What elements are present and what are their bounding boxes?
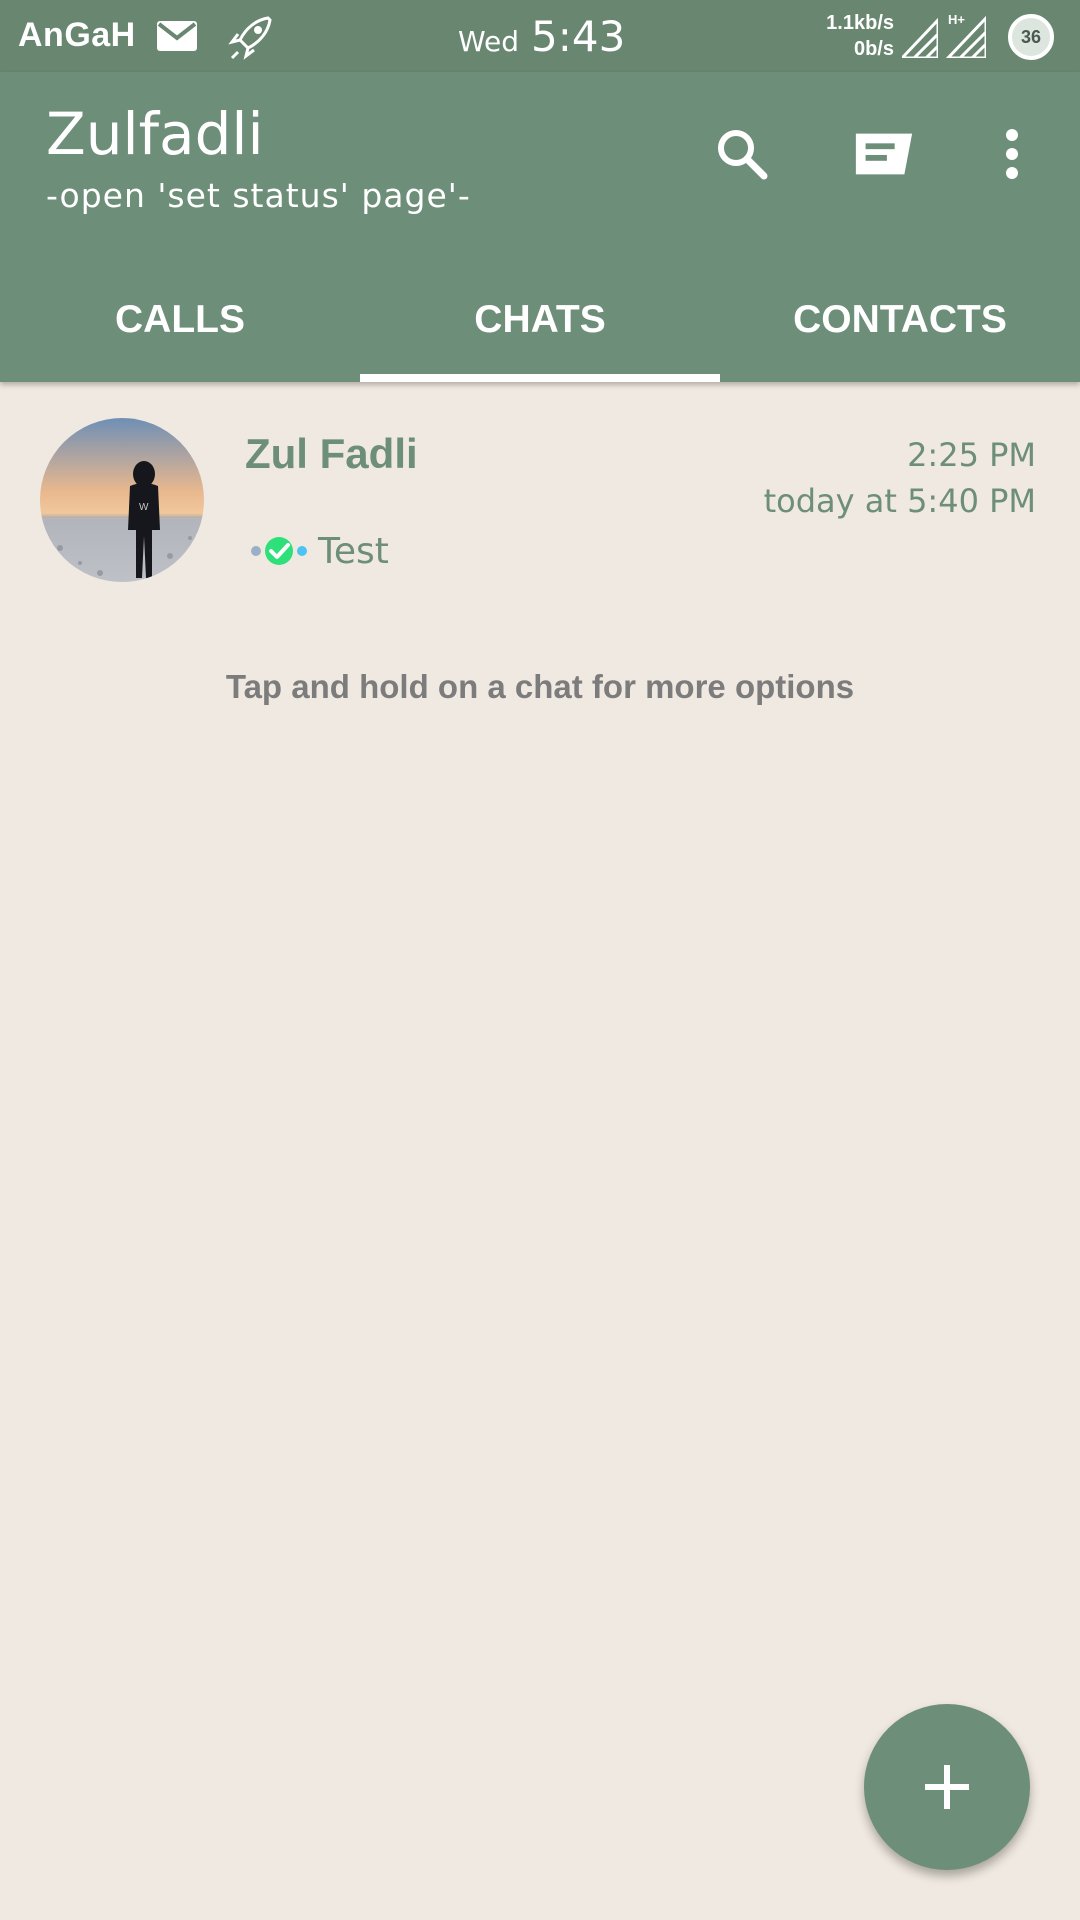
compose-button[interactable] — [852, 122, 916, 186]
profile-status[interactable]: -open 'set status' page'- — [46, 176, 471, 215]
tab-bar: CALLS CHATS CONTACTS — [0, 282, 1080, 382]
status-clock: Wed 5:43 — [458, 12, 625, 61]
net-down: 0b/s — [853, 38, 894, 60]
mail-icon — [157, 21, 197, 51]
status-bar: AnGaH Wed 5:43 1.1kb/s 0b/s H+ 36 — [0, 0, 1080, 72]
battery-icon: 36 — [1008, 14, 1054, 60]
network-type-label: H+ — [948, 12, 965, 27]
empty-hint-text: Tap and hold on a chat for more options — [225, 668, 855, 705]
profile-name[interactable]: Zulfadli — [46, 100, 264, 168]
chat-preview-text: Test — [318, 530, 389, 572]
chat-last-message: Test — [246, 526, 389, 576]
status-time: 5:43 — [531, 12, 626, 61]
plus-icon — [925, 1765, 969, 1809]
search-icon — [718, 130, 768, 180]
compose-icon — [855, 133, 913, 175]
tab-chats[interactable]: CHATS — [360, 282, 720, 382]
search-button[interactable] — [710, 122, 774, 186]
chat-last-seen: today at 5:40 PM — [763, 482, 1036, 520]
status-day: Wed — [458, 25, 520, 58]
mobile-data-icon: H+ — [944, 10, 988, 60]
chat-time: 2:25 PM — [907, 436, 1036, 474]
rocket-icon — [228, 16, 272, 60]
net-up: 1.1kb/s — [826, 12, 894, 34]
carrier-name: AnGaH — [18, 16, 136, 54]
svg-text:W: W — [139, 502, 149, 513]
new-chat-fab[interactable] — [864, 1704, 1030, 1870]
chat-contact-name: Zul Fadli — [245, 430, 418, 477]
chat-list-item[interactable]: W Zul Fadli 2:25 PM today at 5:40 PM Tes… — [0, 400, 1080, 600]
more-options-button[interactable] — [980, 122, 1044, 186]
more-vert-icon — [1006, 129, 1018, 179]
network-speed: 1.1kb/s 0b/s — [790, 10, 894, 62]
read-tick-icon — [251, 537, 307, 565]
app-bar: Zulfadli -open 'set status' page'- CALLS… — [0, 72, 1080, 382]
avatar[interactable]: W — [40, 418, 204, 582]
tab-contacts[interactable]: CONTACTS — [720, 282, 1080, 382]
tab-calls[interactable]: CALLS — [0, 282, 360, 382]
signal-icon — [902, 18, 938, 58]
